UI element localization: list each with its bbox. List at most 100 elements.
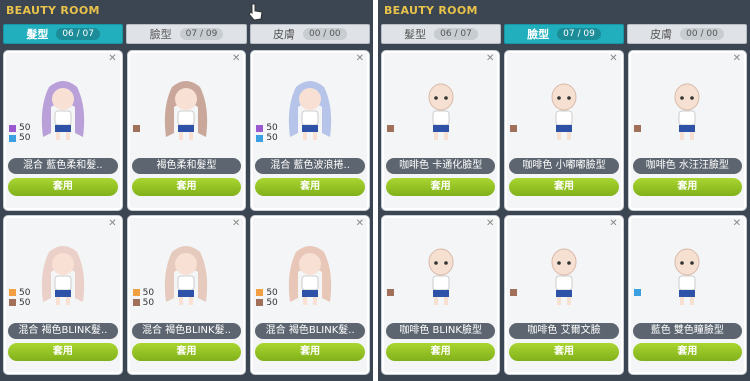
character-preview-icon xyxy=(41,245,84,305)
item-name: 咖啡色 BLINK臉型 xyxy=(386,322,496,339)
item-card[interactable]: ✕ 50 50 混合 褐色BLINK髮.. 套用 xyxy=(126,214,247,375)
apply-button[interactable]: 套用 xyxy=(255,178,365,196)
swatch-list: 50 50 xyxy=(9,123,30,143)
close-icon[interactable]: ✕ xyxy=(733,53,741,64)
tab-count: 06 / 07 xyxy=(434,28,478,40)
tab-label: 皮膚 xyxy=(650,28,673,41)
close-icon[interactable]: ✕ xyxy=(232,53,240,64)
item-card[interactable]: ✕ 咖啡色 艾爾文臉 套用 xyxy=(504,214,624,375)
apply-button[interactable]: 套用 xyxy=(131,342,242,361)
tab-count: 06 / 07 xyxy=(56,28,100,40)
close-icon[interactable]: ✕ xyxy=(356,218,364,229)
close-icon[interactable]: ✕ xyxy=(232,218,240,229)
apply-button[interactable]: 套用 xyxy=(632,342,742,361)
item-card[interactable]: ✕ 50 50 混合 藍色波浪捲.. 套用 xyxy=(250,50,370,211)
character-preview-icon xyxy=(428,83,454,140)
apply-button[interactable]: 套用 xyxy=(509,178,619,196)
color-swatch: 50 xyxy=(9,123,30,133)
beauty-room-panel-hair: BEAUTY ROOM 髮型 06 / 07 臉型 07 / 09 皮膚 00 / 0… xyxy=(0,0,373,381)
tab-skin[interactable]: 皮膚 00 / 00 xyxy=(627,24,747,44)
tab-hair[interactable]: 髮型 06 / 07 xyxy=(3,24,124,44)
tab-bar: 髮型 06 / 07 臉型 07 / 09 皮膚 00 / 00 xyxy=(3,24,370,44)
item-card[interactable]: ✕ 咖啡色 水汪汪臉型 套用 xyxy=(627,50,747,211)
item-card[interactable]: ✕ 50 50 混合 褐色BLINK髮.. 套用 xyxy=(3,214,123,375)
apply-button[interactable]: 套用 xyxy=(386,342,496,361)
item-card[interactable]: ✕ 50 50 混合 藍色柔和髮.. 套用 xyxy=(3,50,123,211)
character-preview-icon xyxy=(551,83,577,140)
tab-count: 07 / 09 xyxy=(179,28,224,40)
character-preview-icon xyxy=(165,245,208,305)
tab-face[interactable]: 臉型 07 / 09 xyxy=(504,24,624,44)
apply-button[interactable]: 套用 xyxy=(632,178,742,196)
color-swatch xyxy=(387,123,397,133)
item-card[interactable]: ✕ 咖啡色 小嘟嘟臉型 套用 xyxy=(504,50,624,211)
character-preview-icon xyxy=(289,245,332,305)
swatch-value: 50 xyxy=(266,133,278,143)
item-card[interactable]: ✕ 50 50 混合 褐色BLINK髮.. 套用 xyxy=(250,214,370,375)
item-card[interactable]: ✕ 藍色 雙色瞳臉型 套用 xyxy=(627,214,747,375)
swatch-list xyxy=(633,288,644,298)
swatch-list xyxy=(132,123,143,133)
close-icon[interactable]: ✕ xyxy=(108,218,116,229)
tab-label: 髮型 xyxy=(404,28,427,41)
apply-button[interactable]: 套用 xyxy=(255,342,365,361)
color-swatch xyxy=(132,123,143,133)
swatch-value: 50 xyxy=(19,287,31,298)
item-name: 褐色柔和髮型 xyxy=(131,158,242,174)
apply-button[interactable]: 套用 xyxy=(131,178,242,196)
color-swatch: 50 xyxy=(9,133,30,143)
tab-bar: 髮型 06 / 07 臉型 07 / 09 皮膚 00 / 00 xyxy=(381,24,747,44)
swatch-list xyxy=(510,123,520,133)
hand-cursor-icon xyxy=(248,3,263,21)
swatch-list xyxy=(387,123,397,133)
color-swatch: 50 xyxy=(132,298,154,308)
item-name: 混合 褐色BLINK髮.. xyxy=(8,322,118,339)
item-name: 咖啡色 水汪汪臉型 xyxy=(632,158,742,174)
close-icon[interactable]: ✕ xyxy=(733,218,741,229)
item-card[interactable]: ✕ 咖啡色 卡通化臉型 套用 xyxy=(381,50,501,211)
color-swatch xyxy=(510,123,520,133)
item-name: 混合 藍色波浪捲.. xyxy=(255,158,365,174)
close-icon[interactable]: ✕ xyxy=(486,218,494,229)
tab-label: 臉型 xyxy=(149,28,172,41)
tab-label: 臉型 xyxy=(527,28,550,41)
tab-label: 髮型 xyxy=(26,28,49,41)
swatch-list xyxy=(510,288,520,298)
tab-count: 07 / 09 xyxy=(557,28,601,40)
swatch-list: 50 50 xyxy=(132,288,154,308)
swatch-list: 50 50 xyxy=(9,288,30,308)
swatch-value: 50 xyxy=(19,133,31,143)
apply-button[interactable]: 套用 xyxy=(8,178,118,196)
swatch-value: 50 xyxy=(266,297,278,308)
item-name: 咖啡色 小嘟嘟臉型 xyxy=(509,158,619,174)
item-card[interactable]: ✕ 褐色柔和髮型 套用 xyxy=(126,50,247,211)
item-name: 混合 藍色柔和髮.. xyxy=(8,158,118,174)
apply-button[interactable]: 套用 xyxy=(8,342,118,361)
color-swatch xyxy=(633,123,644,133)
apply-button[interactable]: 套用 xyxy=(386,178,496,196)
item-name: 咖啡色 艾爾文臉 xyxy=(509,322,619,339)
item-name: 藍色 雙色瞳臉型 xyxy=(632,322,742,339)
close-icon[interactable]: ✕ xyxy=(609,53,617,64)
apply-button[interactable]: 套用 xyxy=(509,342,619,361)
tab-skin[interactable]: 皮膚 00 / 00 xyxy=(249,24,370,44)
card-grid: ✕ 咖啡色 卡通化臉型 套用 ✕ 咖啡色 小嘟嘟臉型 套用 ✕ 咖啡色 水汪汪臉… xyxy=(381,50,747,375)
close-icon[interactable]: ✕ xyxy=(356,53,364,64)
color-swatch: 50 xyxy=(256,123,278,133)
color-swatch: 50 xyxy=(132,288,154,298)
tab-face[interactable]: 臉型 07 / 09 xyxy=(126,24,247,44)
tab-hair[interactable]: 髮型 06 / 07 xyxy=(381,24,501,44)
swatch-value: 50 xyxy=(19,297,31,308)
character-preview-icon xyxy=(674,248,700,305)
close-icon[interactable]: ✕ xyxy=(108,53,116,64)
item-card[interactable]: ✕ 咖啡色 BLINK臉型 套用 xyxy=(381,214,501,375)
character-preview-icon xyxy=(428,248,454,305)
character-preview-icon xyxy=(551,248,577,305)
color-swatch: 50 xyxy=(256,297,278,308)
tab-count: 00 / 00 xyxy=(680,28,724,40)
color-swatch xyxy=(633,288,644,298)
swatch-list: 50 50 xyxy=(256,288,278,308)
close-icon[interactable]: ✕ xyxy=(486,53,494,64)
item-name: 混合 褐色BLINK髮.. xyxy=(255,322,365,339)
close-icon[interactable]: ✕ xyxy=(609,218,617,229)
